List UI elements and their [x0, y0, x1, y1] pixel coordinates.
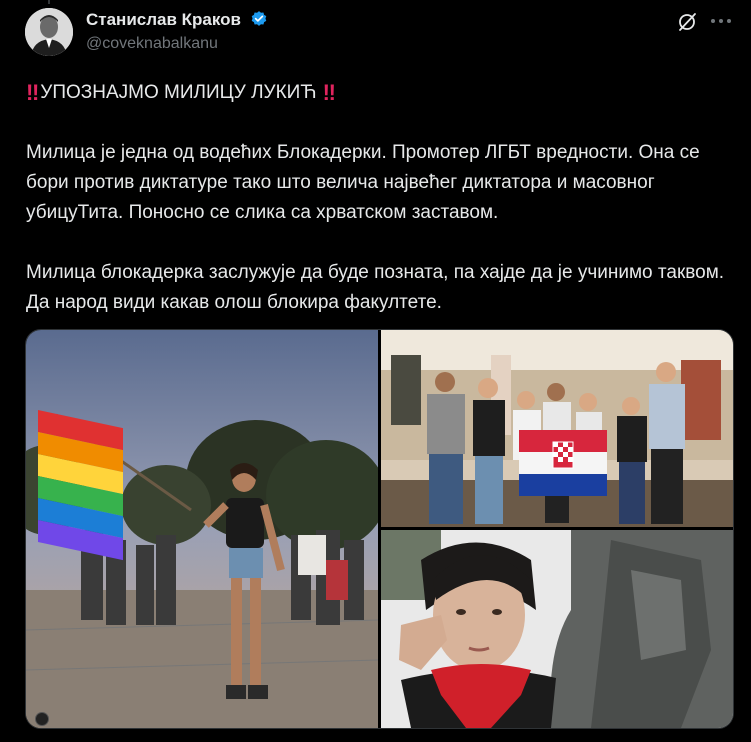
photo-rainbow-flag[interactable] — [26, 330, 378, 728]
author-avatar[interactable] — [25, 8, 73, 56]
double-exclamation-icon: ‼ — [26, 80, 39, 105]
post-headline: ‼ УПОЗНАЈМО МИЛИЦУ ЛУКИЋ ‼ — [26, 78, 726, 108]
media-grid — [25, 329, 734, 729]
post-text: ‼ УПОЗНАЈМО МИЛИЦУ ЛУКИЋ ‼ Милица је јед… — [26, 78, 726, 348]
author-display-name[interactable]: Станислав Краков — [86, 10, 241, 29]
more-options-icon[interactable] — [708, 10, 734, 32]
author-name[interactable]: Станислав Краков — [86, 10, 268, 33]
thread-line — [48, 0, 50, 4]
author-handle[interactable]: @coveknabalkanu — [86, 35, 218, 53]
verified-badge-icon — [250, 10, 268, 33]
media-info-icon[interactable] — [35, 712, 49, 726]
post-paragraph-2: Милица блокадерка заслужује да буде позн… — [26, 262, 725, 313]
photo-group-croatian-flag[interactable] — [381, 330, 733, 527]
grok-icon[interactable] — [676, 11, 698, 33]
post-paragraph-1: Милица је једна од водећих Блокадерки. П… — [26, 142, 700, 223]
photo-selfie-statue[interactable] — [381, 530, 733, 728]
headline-text: УПОЗНАЈМО МИЛИЦУ ЛУКИЋ — [40, 82, 317, 103]
double-exclamation-icon: ‼ — [322, 80, 336, 105]
